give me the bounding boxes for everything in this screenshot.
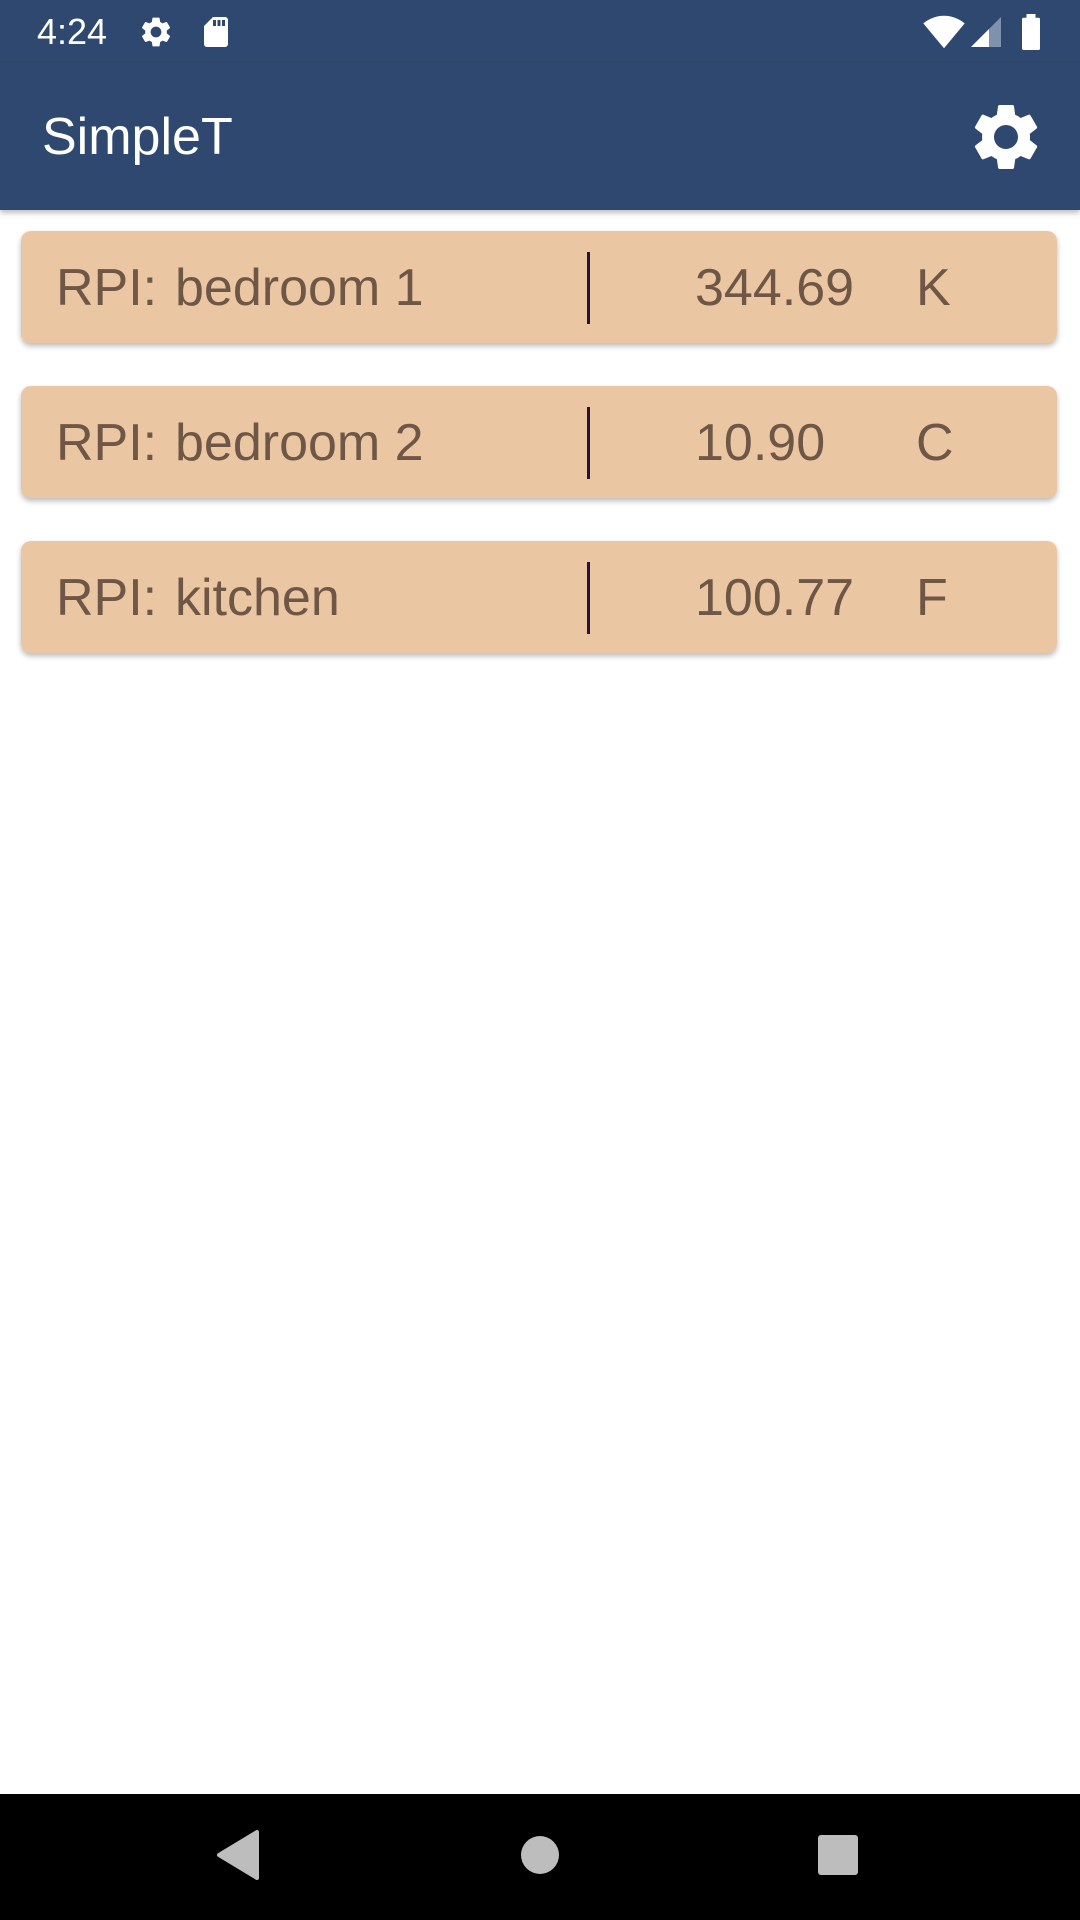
card-divider	[587, 252, 590, 324]
recents-button[interactable]	[808, 1827, 868, 1887]
sensor-card-bedroom-1[interactable]: RPI: bedroom 1 344.69 K	[21, 231, 1057, 343]
home-icon	[520, 1835, 560, 1880]
home-button[interactable]	[510, 1827, 570, 1887]
screen: 4:24 SimpleT RPI: bedroom 1 344.69 K RPI…	[0, 0, 1080, 1920]
sd-card-icon	[198, 14, 234, 50]
navigation-bar	[0, 1794, 1080, 1920]
back-button[interactable]	[208, 1827, 268, 1887]
sensor-unit: K	[916, 259, 951, 317]
battery-icon	[1018, 14, 1044, 50]
card-divider	[587, 407, 590, 479]
sensor-name: bedroom 1	[175, 259, 424, 317]
back-icon	[215, 1829, 261, 1885]
wifi-icon	[922, 14, 966, 50]
sensor-value: 10.90	[695, 414, 826, 472]
sensor-card-bedroom-2[interactable]: RPI: bedroom 2 10.90 C	[21, 386, 1057, 498]
sensor-prefix: RPI:	[56, 569, 158, 627]
sensor-unit: F	[916, 569, 948, 627]
sensor-value: 100.77	[695, 569, 855, 627]
sensor-unit: C	[916, 414, 954, 472]
sensor-name: kitchen	[175, 569, 340, 627]
app-bar: SimpleT	[0, 63, 1080, 210]
sensor-prefix: RPI:	[56, 414, 158, 472]
sensor-name: bedroom 2	[175, 414, 424, 472]
card-divider	[587, 562, 590, 634]
app-title: SimpleT	[42, 108, 233, 166]
gear-icon	[966, 97, 1046, 182]
sensor-value: 344.69	[695, 259, 855, 317]
recents-icon	[817, 1834, 859, 1881]
sensor-card-kitchen[interactable]: RPI: kitchen 100.77 F	[21, 541, 1057, 653]
status-bar: 4:24	[0, 0, 1080, 63]
status-time: 4:24	[37, 11, 108, 52]
signal-icon	[968, 14, 1004, 50]
settings-button[interactable]	[960, 93, 1052, 185]
sensor-prefix: RPI:	[56, 259, 158, 317]
gear-icon	[138, 14, 174, 50]
